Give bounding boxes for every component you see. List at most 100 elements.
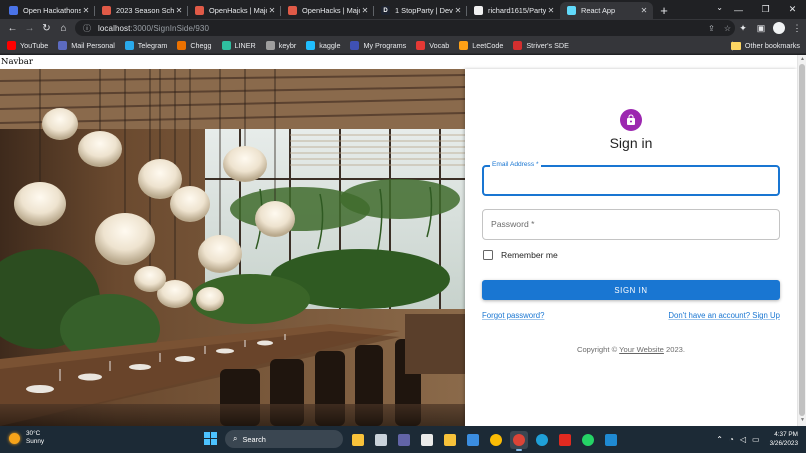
remember-me[interactable]: Remember me	[483, 250, 558, 260]
profile-avatar[interactable]	[773, 22, 785, 34]
battery-icon[interactable]: ▭	[752, 435, 760, 444]
tab-title: React App	[581, 6, 616, 15]
clock-time: 4:37 PM	[774, 431, 798, 438]
forgot-password-link[interactable]: Forgot password?	[482, 311, 544, 320]
maximize-icon[interactable]: ❐	[752, 0, 779, 19]
wifi-icon[interactable]: ◔	[729, 435, 734, 444]
todo-icon[interactable]	[464, 431, 482, 449]
site-info-icon[interactable]: ⓘ	[83, 23, 91, 34]
weather-widget[interactable]: 30°C Sunny	[9, 430, 44, 446]
teams-icon[interactable]	[395, 431, 413, 449]
scroll-up-icon[interactable]: ▲	[799, 56, 806, 64]
bookmark-item[interactable]: LINER	[221, 40, 256, 50]
clock-date: 3/26/2023	[769, 439, 798, 447]
close-window-icon[interactable]: ✕	[779, 0, 806, 19]
tab-close-icon[interactable]: ✕	[267, 6, 277, 15]
acrobat-icon[interactable]	[556, 431, 574, 449]
taskbar-search[interactable]: ⌕ Search	[225, 430, 343, 448]
weather-temp: 30°C	[26, 430, 41, 437]
volume-icon[interactable]: ◁	[740, 435, 746, 444]
url-text[interactable]: localhost:3000/SignInSide/930	[98, 24, 209, 33]
tab-close-icon[interactable]: ✕	[453, 6, 463, 15]
hero-image	[0, 69, 465, 426]
chrome-alt-icon[interactable]	[510, 430, 528, 451]
bookmark-label: My Programs	[363, 40, 407, 50]
weather-desc: Sunny	[26, 438, 45, 445]
clock[interactable]: 4:37 PM 3/26/2023	[770, 431, 798, 448]
bookmark-item[interactable]: Chegg	[177, 40, 212, 50]
share-icon[interactable]: ⇪	[708, 24, 715, 33]
email-input[interactable]	[484, 167, 778, 194]
task-view-icon[interactable]	[372, 431, 390, 449]
signin-button[interactable]: SIGN IN	[482, 280, 780, 300]
bookmark-label: Telegram	[137, 40, 168, 50]
browser-tab[interactable]: OpenHacks | Major ✕	[281, 2, 374, 19]
bookmark-item[interactable]: Vocab	[416, 40, 449, 50]
password-field[interactable]: Password *	[482, 209, 780, 240]
new-tab-button[interactable]: +	[653, 2, 675, 19]
edge-icon[interactable]	[533, 431, 551, 449]
copyright: Copyright © Your Website 2023.	[465, 345, 797, 354]
lock-avatar	[620, 109, 642, 131]
page-scrollbar[interactable]: ▲ ▼	[797, 55, 806, 426]
chrome-icon[interactable]	[487, 431, 505, 449]
reload-icon[interactable]: ↻	[38, 19, 55, 37]
bookmark-item[interactable]: kaggle	[306, 40, 341, 50]
bookmark-label: kaggle	[319, 40, 341, 50]
bookmark-item[interactable]: Telegram	[124, 40, 168, 50]
address-bar[interactable]: ⓘ localhost:3000/SignInSide/930 ⇪ ☆	[75, 20, 735, 36]
tab-search-icon[interactable]: ⌄	[716, 3, 723, 12]
taskbar: 30°C Sunny ⌕ Search ⌃ ◔ ◁ ▭ 4:37 PM 3/26…	[0, 426, 806, 453]
bookmark-favicon-icon	[459, 40, 469, 50]
bookmark-star-icon[interactable]: ☆	[724, 24, 731, 33]
folder-icon[interactable]	[441, 431, 459, 449]
scroll-thumb[interactable]	[799, 64, 805, 416]
browser-tab[interactable]: OpenHacks | Major ✕	[188, 2, 281, 19]
scroll-down-icon[interactable]: ▼	[799, 417, 806, 425]
forward-icon[interactable]: →	[21, 19, 38, 37]
menu-kebab-icon[interactable]: ⋮	[788, 19, 806, 37]
side-panel-icon[interactable]: ▣	[752, 19, 770, 37]
extensions-icon[interactable]: ✦	[734, 19, 752, 37]
home-icon[interactable]: ⌂	[55, 19, 72, 37]
minimize-icon[interactable]: —	[725, 0, 752, 19]
bookmark-item[interactable]: Striver's SDE	[513, 40, 569, 50]
browser-tab[interactable]: richard1615/PartyFi✕	[467, 2, 560, 19]
remember-checkbox[interactable]	[483, 250, 493, 260]
browser-toolbar: ← → ↻ ⌂ ⓘ localhost:3000/SignInSide/930 …	[0, 19, 806, 37]
bookmark-favicon-icon	[306, 40, 316, 50]
chevron-up-icon[interactable]: ⌃	[716, 435, 723, 444]
password-input[interactable]	[483, 210, 779, 239]
bookmark-item[interactable]: Mail Personal	[58, 40, 115, 50]
browser-tab[interactable]: Open Hackathons | ✕	[2, 2, 95, 19]
browser-tab[interactable]: D 1 StopParty | Devpo✕	[374, 2, 467, 19]
bookmark-label: Chegg	[190, 40, 212, 50]
browser-tab[interactable]: React App ✕	[560, 2, 653, 19]
tab-close-icon[interactable]: ✕	[360, 6, 370, 15]
whatsapp-icon[interactable]	[579, 431, 597, 449]
vscode-icon[interactable]	[602, 431, 620, 449]
bookmark-item[interactable]: LeetCode	[459, 40, 503, 50]
other-bookmarks[interactable]: Other bookmarks	[730, 37, 800, 54]
website-link[interactable]: Your Website	[619, 345, 664, 354]
start-button[interactable]	[204, 432, 217, 445]
window-controls: — ❐ ✕	[725, 0, 806, 19]
tab-close-icon[interactable]: ✕	[546, 6, 556, 15]
microsoft-store-icon[interactable]	[418, 431, 436, 449]
tab-close-icon[interactable]: ✕	[639, 6, 649, 15]
tab-close-icon[interactable]: ✕	[174, 6, 184, 15]
bookmark-item[interactable]: keybr	[265, 40, 296, 50]
signup-link[interactable]: Don't have an account? Sign Up	[668, 311, 780, 320]
bookmark-item[interactable]: My Programs	[350, 40, 407, 50]
browser-tab[interactable]: 2023 Season Sched✕	[95, 2, 188, 19]
email-field[interactable]: Email Address *	[482, 161, 780, 196]
bookmark-item[interactable]: YouTube	[7, 40, 48, 50]
tab-title: 1 StopParty | Devpo	[395, 6, 453, 15]
signin-title: Sign in	[609, 135, 653, 151]
page-viewport: Navbar Sign in Email Address * Password …	[0, 55, 806, 426]
tab-close-icon[interactable]: ✕	[81, 6, 91, 15]
bookmark-label: Striver's SDE	[526, 40, 569, 50]
tab-title: Open Hackathons |	[23, 6, 81, 15]
back-icon[interactable]: ←	[4, 19, 21, 37]
file-explorer-icon[interactable]	[349, 431, 367, 449]
